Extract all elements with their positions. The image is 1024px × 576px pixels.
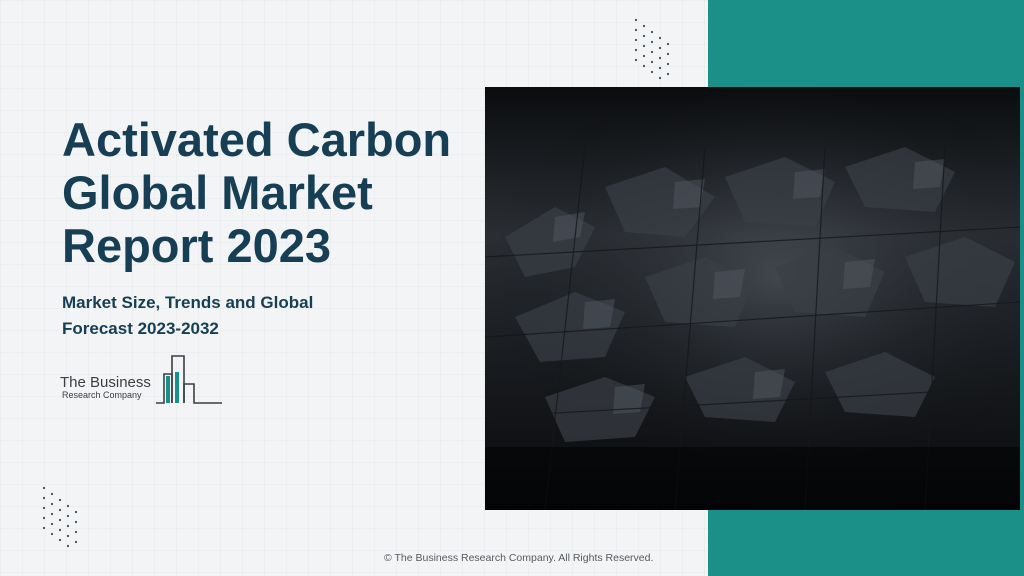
dot-pattern-bottom	[42, 486, 78, 548]
logo-text-line1: The Business	[60, 374, 151, 391]
report-subtitle: Market Size, Trends and Global Forecast …	[62, 293, 314, 338]
activated-carbon-photo	[485, 87, 1020, 510]
report-title: Activated Carbon Global Market Report 20…	[62, 113, 452, 272]
company-logo: The Business Research Company	[60, 352, 230, 408]
copyright-footer: © The Business Research Company. All Rig…	[384, 552, 654, 564]
logo-text-line2: Research Company	[62, 390, 142, 400]
bar-chart-logo-icon	[156, 355, 222, 404]
dot-pattern-top	[634, 18, 670, 80]
